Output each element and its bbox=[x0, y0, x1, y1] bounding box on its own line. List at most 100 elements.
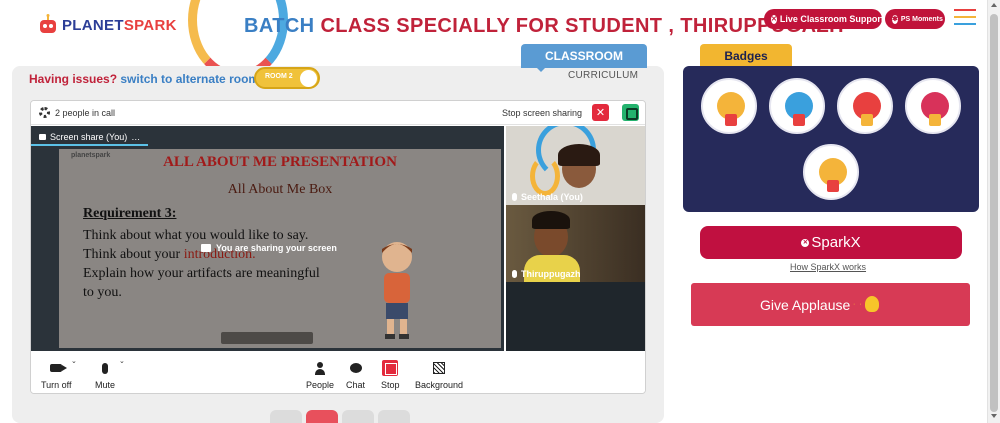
participant-tile-seethala[interactable]: Seethala (You) bbox=[506, 126, 645, 205]
screen-share-area: Screen share (You) … planetspark ALL ABO… bbox=[31, 126, 504, 351]
room-toggle[interactable]: ROOM 2 bbox=[254, 67, 320, 89]
bottom-control-strip bbox=[270, 410, 410, 423]
globe-button[interactable] bbox=[378, 410, 410, 423]
screen-button[interactable] bbox=[342, 410, 374, 423]
slide-line-3: Explain how your artifacts are meaningfu… bbox=[83, 266, 320, 300]
robot-logo-icon bbox=[38, 14, 58, 36]
logo-planet: PLANET bbox=[62, 16, 124, 34]
tile-decor-2 bbox=[530, 156, 560, 196]
stop-sharing-label: Stop screen sharing bbox=[502, 108, 583, 118]
chevron-down-icon[interactable]: ⌄ bbox=[71, 357, 77, 365]
scroll-thumb[interactable] bbox=[990, 14, 998, 412]
toggle-knob bbox=[300, 70, 317, 87]
slide-requirement: Requirement 3: bbox=[83, 206, 177, 221]
people-label: People bbox=[306, 380, 335, 390]
lightbulb-badge-icon[interactable] bbox=[905, 78, 961, 134]
mute-label: Mute bbox=[95, 380, 116, 390]
sharing-overlay: You are sharing your screen bbox=[201, 243, 337, 253]
background-icon bbox=[433, 362, 446, 374]
chat-label: Chat bbox=[346, 380, 366, 390]
more-options-icon[interactable]: … bbox=[131, 132, 140, 142]
participant-tile-thiruppugazh[interactable]: Thiruppugazh bbox=[506, 205, 645, 282]
stop-label: Stop bbox=[381, 380, 400, 390]
sparkx-icon: ✕ bbox=[801, 238, 810, 247]
switch-view-icon[interactable] bbox=[622, 104, 639, 121]
moments-icon: ✱ bbox=[892, 14, 898, 24]
live-support-button[interactable]: ✕ Live Classroom Support bbox=[764, 9, 884, 29]
applause-label: Give Applause bbox=[760, 296, 851, 313]
gear-icon[interactable] bbox=[39, 107, 50, 118]
people-icon bbox=[315, 361, 326, 375]
top-header: PLANETSPARK BATCH CLASS SPECIALLY FOR ST… bbox=[0, 0, 1000, 80]
mic-icon bbox=[512, 270, 517, 278]
slide-body: Think about what you would like to say. … bbox=[83, 226, 333, 302]
tab-curriculum[interactable]: CURRICULUM bbox=[568, 70, 638, 81]
hero-badge-icon[interactable] bbox=[769, 78, 825, 134]
scrollbar[interactable] bbox=[987, 0, 1000, 423]
slide-title: ALL ABOUT ME PRESENTATION bbox=[163, 154, 397, 170]
participant-name-text: Thiruppugazh bbox=[521, 269, 581, 279]
give-applause-button[interactable]: Give Applause · · · bbox=[691, 283, 970, 326]
stop-sharing-button[interactable]: ✕ bbox=[592, 104, 609, 121]
close-circle-icon: ✕ bbox=[771, 14, 777, 24]
sharing-overlay-text: You are sharing your screen bbox=[216, 243, 337, 253]
chat-button[interactable]: Chat bbox=[346, 360, 365, 390]
clap-icon bbox=[865, 296, 879, 312]
people-count: 2 people in call bbox=[55, 108, 116, 118]
stop-share-icon bbox=[382, 360, 399, 376]
call-top-bar: 2 people in call Stop screen sharing ✕ bbox=[31, 101, 645, 125]
scroll-down-icon[interactable] bbox=[991, 414, 997, 418]
camera-label: Turn off bbox=[41, 380, 72, 390]
screen-share-tab[interactable]: Screen share (You) … bbox=[31, 129, 149, 146]
badges-panel bbox=[683, 66, 979, 212]
monitor-icon bbox=[39, 133, 46, 140]
hamburger-menu-icon[interactable] bbox=[954, 9, 976, 27]
power-button[interactable] bbox=[306, 410, 338, 423]
screen-share-icon bbox=[201, 244, 211, 252]
fullscreen-button[interactable] bbox=[270, 410, 302, 423]
video-call-window: 2 people in call Stop screen sharing ✕ S… bbox=[30, 100, 646, 394]
camera-toggle-button[interactable]: Turn off bbox=[41, 360, 72, 390]
mic-icon bbox=[102, 362, 108, 374]
issue-line: Having issues? switch to alternate room bbox=[29, 72, 259, 86]
participant-name: Thiruppugazh bbox=[512, 269, 581, 279]
shared-slide: planetspark ALL ABOUT ME PRESENTATION Al… bbox=[59, 149, 501, 348]
slide-toolbar[interactable] bbox=[221, 332, 313, 344]
people-button[interactable]: People bbox=[306, 360, 334, 390]
room-toggle-label: ROOM 2 bbox=[265, 73, 293, 80]
ps-moments-button[interactable]: ✱ PS Moments bbox=[885, 9, 945, 29]
mute-button[interactable]: Mute bbox=[95, 360, 115, 390]
slide-subtitle: All About Me Box bbox=[227, 182, 333, 197]
tab-caret bbox=[535, 66, 547, 72]
batch-title-prefix: BATCH bbox=[244, 15, 321, 37]
participant-hair bbox=[532, 211, 570, 229]
chat-icon bbox=[349, 363, 362, 373]
scroll-up-icon[interactable] bbox=[991, 3, 997, 7]
sparkx-label: SparkX bbox=[811, 234, 861, 251]
background-label: Background bbox=[415, 380, 464, 390]
mic-icon bbox=[512, 193, 517, 201]
alternate-room-link[interactable]: switch to alternate room bbox=[120, 72, 259, 86]
batch-title: BATCH CLASS SPECIALLY FOR STUDENT , THIR… bbox=[244, 15, 844, 38]
issue-text: Having issues? bbox=[29, 72, 118, 86]
tab-classroom[interactable]: CLASSROOM bbox=[521, 44, 647, 68]
camera-icon bbox=[50, 364, 68, 372]
call-control-bar: Turn off ⌄ Mute ⌄ People Chat Stop Backg… bbox=[31, 351, 645, 393]
how-sparkx-link[interactable]: How SparkX works bbox=[790, 262, 866, 272]
participant-hair bbox=[558, 144, 600, 166]
badges-tab[interactable]: Badges bbox=[700, 44, 792, 68]
slide-line-2a: Think about your bbox=[83, 247, 184, 262]
rocket-badge-icon[interactable] bbox=[837, 78, 893, 134]
glasses-badge-icon[interactable] bbox=[803, 144, 859, 200]
planetspark-logo[interactable]: PLANETSPARK bbox=[38, 14, 177, 36]
trophy-badge-icon[interactable] bbox=[701, 78, 757, 134]
chevron-down-icon[interactable]: ⌄ bbox=[119, 357, 125, 365]
kid-illustration bbox=[382, 242, 412, 339]
ps-moments-label: PS Moments bbox=[900, 15, 943, 23]
sparkx-button[interactable]: ✕ SparkX bbox=[700, 226, 962, 259]
live-support-label: Live Classroom Support bbox=[779, 14, 884, 24]
empty-tile-area bbox=[506, 282, 645, 351]
background-button[interactable]: Background bbox=[415, 360, 463, 390]
screen-share-tab-label: Screen share (You) bbox=[50, 131, 128, 142]
stop-share-button[interactable]: Stop bbox=[381, 360, 400, 390]
